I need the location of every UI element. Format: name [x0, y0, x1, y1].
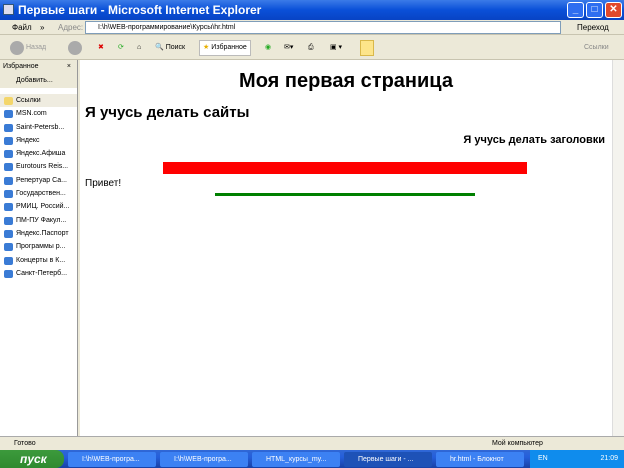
- favorite-label: Яндекс.Паспорт: [16, 229, 69, 237]
- search-label: Поиск: [165, 44, 186, 51]
- favorite-item[interactable]: Репертуар Са...: [0, 174, 77, 187]
- title-bar: Первые шаги - Microsoft Internet Explore…: [0, 0, 624, 20]
- taskbar-item[interactable]: hr.html - Блокнот: [436, 452, 524, 467]
- favorite-label: Яндекс: [16, 136, 40, 144]
- favorite-label: Репертуар Са...: [16, 176, 67, 184]
- favorite-item[interactable]: Государствен...: [0, 187, 77, 200]
- link-icon: [4, 163, 13, 172]
- favorite-item[interactable]: Eurotours Reis...: [0, 160, 77, 173]
- favorite-item[interactable]: Ссылки: [0, 94, 77, 108]
- favorite-item[interactable]: Яндекс.Паспорт: [0, 227, 77, 240]
- favorite-item[interactable]: Яндекс: [0, 134, 77, 147]
- zone-text: Мой компьютер: [492, 440, 543, 447]
- back-arrow-icon: [10, 41, 24, 55]
- link-icon: [4, 150, 13, 159]
- favorite-label: Государствен...: [16, 190, 66, 198]
- back-button[interactable]: Назад: [10, 40, 46, 56]
- clock: 21:09: [600, 455, 618, 462]
- add-favorite-label: Добавить...: [16, 77, 53, 84]
- taskbar-item[interactable]: I:\h\WEB-програ...: [160, 452, 248, 467]
- favorite-label: Saint-Petersb...: [16, 123, 65, 131]
- taskbar-item[interactable]: I:\h\WEB-програ...: [68, 452, 156, 467]
- folder-icon: [4, 97, 13, 105]
- link-icon: [4, 229, 13, 238]
- link-icon: [4, 190, 13, 199]
- history-button[interactable]: ◉: [265, 40, 271, 56]
- search-icon: 🔍: [155, 44, 164, 51]
- favorite-label: Программы р...: [16, 243, 66, 251]
- status-text: Готово: [14, 440, 36, 447]
- favorite-item[interactable]: MSN.com: [0, 107, 77, 120]
- link-icon: [4, 256, 13, 265]
- favorite-item[interactable]: ПМ-ПУ Факул...: [0, 214, 77, 227]
- menu-more[interactable]: »: [40, 20, 44, 35]
- address-input[interactable]: I:\h\WEB-программирование\Курсы\hr.html: [85, 21, 561, 34]
- stop-button[interactable]: ✖: [98, 40, 104, 56]
- link-icon: [4, 110, 13, 119]
- add-favorite-button[interactable]: Добавить...: [0, 74, 77, 88]
- minimize-button[interactable]: _: [567, 2, 584, 18]
- maximize-button[interactable]: □: [586, 2, 603, 18]
- green-horizontal-rule: [215, 193, 475, 196]
- ie-icon: [3, 4, 14, 15]
- taskbar-item[interactable]: Первые шаги - ...: [344, 452, 432, 467]
- go-button[interactable]: Переход: [567, 20, 609, 35]
- forward-arrow-icon: [68, 41, 82, 55]
- star-icon: ★: [203, 44, 210, 51]
- refresh-button[interactable]: ⟳: [118, 40, 124, 56]
- favorites-sidebar: Избранное × Добавить... Ссылки MSN.com Sain…: [0, 60, 78, 436]
- start-button[interactable]: пуск: [0, 450, 64, 468]
- sidebar-header: Избранное ×: [0, 60, 77, 74]
- favorite-item[interactable]: Санкт-Петерб...: [0, 267, 77, 280]
- link-icon: [4, 203, 13, 212]
- close-sidebar-icon[interactable]: ×: [67, 60, 71, 74]
- favorite-label: ПМ-ПУ Факул...: [16, 216, 67, 224]
- favorite-label: Ссылки: [16, 97, 41, 104]
- print-button[interactable]: ⎙: [308, 40, 314, 56]
- greeting-text: Привет!: [85, 178, 122, 189]
- red-horizontal-rule: [163, 162, 527, 174]
- link-icon: [4, 123, 13, 132]
- mail-button[interactable]: ✉▾: [284, 40, 293, 56]
- link-icon: [4, 269, 13, 278]
- status-bar: Готово Мой компьютер: [0, 436, 624, 450]
- favorites-label: Избранное: [211, 44, 247, 51]
- vertical-scrollbar[interactable]: [612, 60, 624, 436]
- sidebar-title: Избранное: [3, 63, 39, 70]
- favorites-button[interactable]: ★ Избранное: [199, 40, 251, 56]
- favorite-label: Eurotours Reis...: [16, 163, 69, 171]
- window-title: Первые шаги - Microsoft Internet Explore…: [18, 3, 262, 17]
- favorite-label: Санкт-Петерб...: [16, 269, 68, 277]
- page-heading-2: Я учусь делать сайты: [85, 104, 250, 121]
- favorite-label: Концерты в К...: [16, 256, 66, 264]
- back-label: Назад: [26, 44, 47, 51]
- favorite-item[interactable]: Программы р...: [0, 240, 77, 253]
- address-label: Адрес:: [58, 23, 84, 32]
- language-indicator[interactable]: EN: [538, 455, 548, 462]
- taskbar-item[interactable]: HTML_курсы_my...: [252, 452, 340, 467]
- favorite-label: РМИЦ. Россий...: [16, 203, 70, 211]
- favorite-item[interactable]: Концерты в К...: [0, 254, 77, 267]
- toolbar: Назад ✖ ⟳ ⌂ 🔍 Поиск ★ Избранное ◉ ✉▾ ⎙ ▣ ▾…: [0, 36, 624, 60]
- link-icon: [4, 216, 13, 225]
- links-button[interactable]: Ссылки: [584, 40, 609, 56]
- search-button[interactable]: 🔍 Поиск: [155, 40, 185, 56]
- forward-button[interactable]: [68, 40, 82, 56]
- link-icon: [4, 243, 13, 252]
- menu-file[interactable]: Файл: [12, 20, 32, 35]
- page-heading-1: Моя первая страница: [239, 70, 453, 92]
- close-button[interactable]: ✕: [605, 2, 622, 18]
- page-heading-3: Я учусь делать заголовки: [463, 134, 605, 146]
- favorite-label: MSN.com: [16, 110, 47, 118]
- favorite-item[interactable]: Яндекс.Афиша: [0, 147, 77, 160]
- messenger-button[interactable]: [360, 40, 374, 56]
- favorite-item[interactable]: РМИЦ. Россий...: [0, 200, 77, 213]
- link-icon: [4, 176, 13, 185]
- favorite-label: Яндекс.Афиша: [16, 150, 66, 158]
- home-button[interactable]: ⌂: [137, 40, 141, 56]
- favorite-item[interactable]: Saint-Petersb...: [0, 121, 77, 134]
- edit-button[interactable]: ▣ ▾: [330, 40, 342, 56]
- link-icon: [4, 136, 13, 145]
- system-tray: EN 21:09: [530, 450, 624, 468]
